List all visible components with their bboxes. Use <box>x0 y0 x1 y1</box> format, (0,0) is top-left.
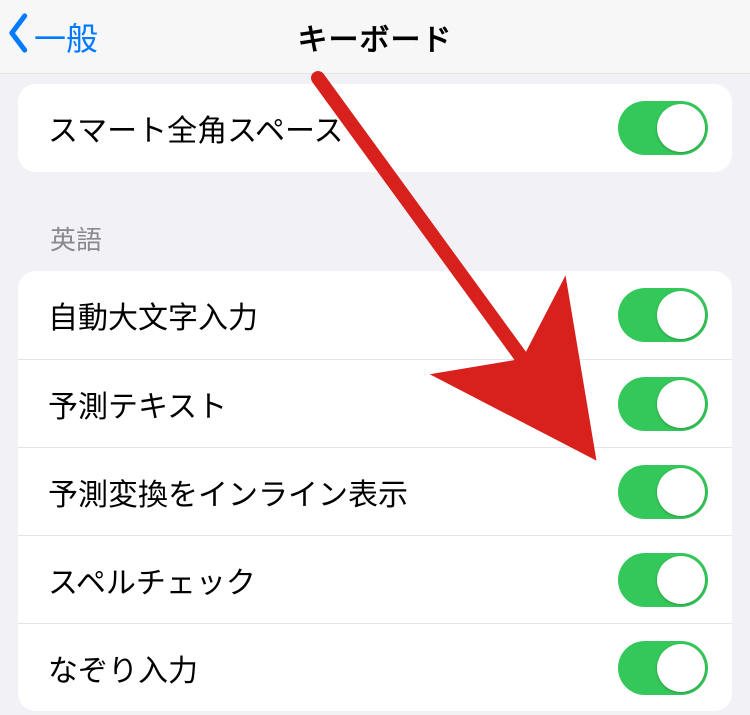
settings-group-english: 自動大文字入力 予測テキスト 予測変換をインライン表示 スペルチェック なぞり入… <box>18 271 732 711</box>
toggle-inline-predictions[interactable] <box>618 465 708 519</box>
row-label: なぞり入力 <box>48 646 198 690</box>
toggle-knob <box>657 468 705 516</box>
section-header-english: 英語 <box>50 220 750 257</box>
row-label: 自動大文字入力 <box>48 293 258 337</box>
nav-bar: 一般 キーボード <box>0 0 750 74</box>
back-button[interactable]: 一般 <box>6 0 98 74</box>
row-auto-capitalization: 自動大文字入力 <box>18 271 732 359</box>
row-spell-check: スペルチェック <box>18 535 732 623</box>
toggle-slide-to-type[interactable] <box>618 641 708 695</box>
toggle-knob <box>657 644 705 692</box>
row-label: スマート全角スペース <box>48 106 344 150</box>
row-label: 予測変換をインライン表示 <box>48 470 408 514</box>
toggle-knob <box>657 104 705 152</box>
row-predictive-text: 予測テキスト <box>18 359 732 447</box>
toggle-auto-capitalization[interactable] <box>618 288 708 342</box>
page-title: キーボード <box>298 15 453 59</box>
row-label: スペルチェック <box>48 558 256 602</box>
chevron-left-icon <box>6 13 32 61</box>
toggle-knob <box>657 291 705 339</box>
toggle-knob <box>657 380 705 428</box>
settings-group-general: スマート全角スペース <box>18 84 732 172</box>
row-label: 予測テキスト <box>48 382 227 426</box>
row-smart-full-width-space: スマート全角スペース <box>18 84 732 172</box>
toggle-spell-check[interactable] <box>618 553 708 607</box>
toggle-knob <box>657 556 705 604</box>
row-slide-to-type: なぞり入力 <box>18 623 732 711</box>
row-inline-predictions: 予測変換をインライン表示 <box>18 447 732 535</box>
toggle-smart-full-width-space[interactable] <box>618 101 708 155</box>
back-label: 一般 <box>34 14 98 60</box>
toggle-predictive-text[interactable] <box>618 377 708 431</box>
